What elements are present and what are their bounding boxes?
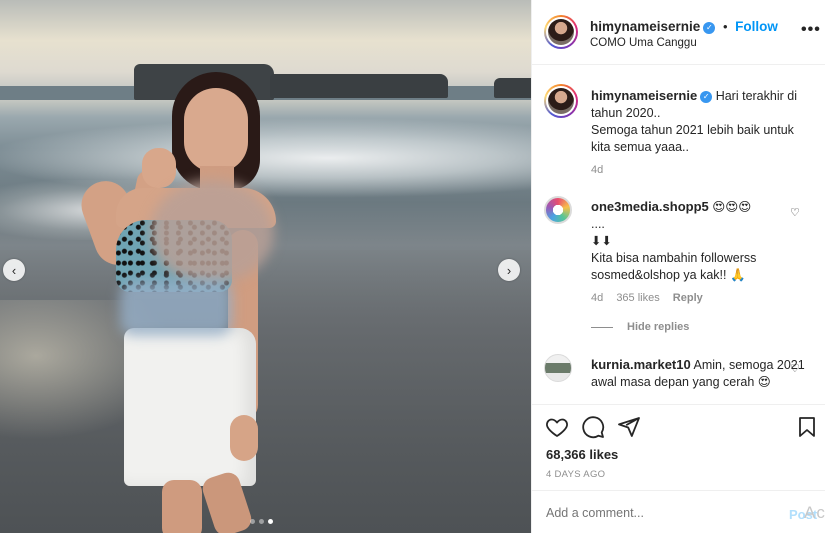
comment-body: Kita bisa nambahin followerss sosmed&ols… xyxy=(591,251,757,282)
hide-replies-button[interactable]: Hide replies xyxy=(591,321,689,333)
comment-emoji: 😍😍😍 xyxy=(712,200,752,214)
post-header: himynameisernie ✓ • Follow COMO Uma Cangg… xyxy=(532,0,825,65)
follow-button[interactable]: Follow xyxy=(735,19,778,34)
slide-dot xyxy=(250,519,255,524)
person-face xyxy=(184,88,248,172)
reply-button[interactable]: Reply xyxy=(673,292,703,304)
comment-meta: 4d 365 likes Reply xyxy=(591,292,713,304)
person-hand xyxy=(142,148,176,188)
caption-text: himynameisernie ✓ Hari terakhir di tahun … xyxy=(591,87,811,156)
caption-author[interactable]: himynameisernie xyxy=(591,88,697,103)
censor-blur xyxy=(120,280,232,336)
author-avatar[interactable] xyxy=(544,84,578,118)
previous-slide-button[interactable]: ‹ xyxy=(3,259,25,281)
commenter-avatar[interactable] xyxy=(544,354,572,382)
comment-text: one3media.shopp5 😍😍😍 .... ⬇⬇ Kita bisa n… xyxy=(591,198,811,284)
post-media[interactable]: ‹ › xyxy=(0,0,531,533)
photo-person xyxy=(74,70,310,533)
post-location[interactable]: COMO Uma Canggu xyxy=(590,37,697,49)
instagram-post: ‹ › himynameisernie ✓ • Follow COMO Uma C… xyxy=(0,0,825,533)
commenter-avatar[interactable] xyxy=(544,196,572,224)
save-bookmark-icon[interactable] xyxy=(795,415,819,439)
post-actions: 68,366 likes 4 DAYS AGO xyxy=(532,404,825,490)
person-hand xyxy=(230,415,258,461)
slide-indicator xyxy=(250,519,273,524)
commenter-username[interactable]: kurnia.market10 xyxy=(591,357,691,372)
hide-replies-label: Hide replies xyxy=(627,321,690,333)
caption-age[interactable]: 4d xyxy=(591,164,603,176)
comment-line: ⬇⬇ xyxy=(591,234,612,248)
verified-badge-icon: ✓ xyxy=(700,91,713,103)
author-avatar[interactable] xyxy=(544,15,578,49)
comments-list[interactable]: himynameisernie ✓ Hari terakhir di tahun … xyxy=(532,66,825,404)
likes-count[interactable]: 68,366 likes xyxy=(546,447,618,462)
divider-line xyxy=(591,326,613,328)
author-username[interactable]: himynameisernie xyxy=(590,19,700,34)
censor-blur xyxy=(150,180,274,284)
comment-like-heart-icon[interactable]: ♡ xyxy=(790,206,800,219)
header-author-line: himynameisernie ✓ • Follow xyxy=(590,19,778,34)
comment-likes[interactable]: 365 likes xyxy=(616,292,659,304)
person-leg xyxy=(162,480,202,533)
comment-like-heart-icon[interactable]: ♡ xyxy=(790,362,800,375)
photo-rock xyxy=(494,78,531,98)
watermark-text: Ac xyxy=(804,503,825,522)
comment-line: .... xyxy=(591,217,605,231)
slide-dot-active xyxy=(268,519,273,524)
caption-meta: 4d xyxy=(591,164,613,176)
chevron-right-icon: › xyxy=(506,262,512,278)
like-heart-icon[interactable] xyxy=(545,415,569,439)
more-options-icon[interactable]: ••• xyxy=(801,21,821,39)
post-date[interactable]: 4 DAYS AGO xyxy=(546,469,605,480)
commenter-username[interactable]: one3media.shopp5 xyxy=(591,199,709,214)
share-paper-plane-icon[interactable] xyxy=(617,415,641,439)
add-comment-bar: Post Ac xyxy=(532,490,825,533)
chevron-left-icon: ‹ xyxy=(11,262,17,278)
comment-input[interactable] xyxy=(546,506,766,520)
separator-dot: • xyxy=(722,19,728,34)
caption-line2: Semoga tahun 2021 lebih baik untuk kita … xyxy=(591,123,794,154)
slide-dot xyxy=(259,519,264,524)
next-slide-button[interactable]: › xyxy=(498,259,520,281)
comment-text: kurnia.market10 Amin, semoga 2021 awal m… xyxy=(591,356,811,391)
verified-badge-icon: ✓ xyxy=(703,22,716,34)
comment-bubble-icon[interactable] xyxy=(581,415,605,439)
post-side-panel: himynameisernie ✓ • Follow COMO Uma Cangg… xyxy=(531,0,825,533)
comment-age[interactable]: 4d xyxy=(591,292,603,304)
person-skirt xyxy=(124,328,256,486)
